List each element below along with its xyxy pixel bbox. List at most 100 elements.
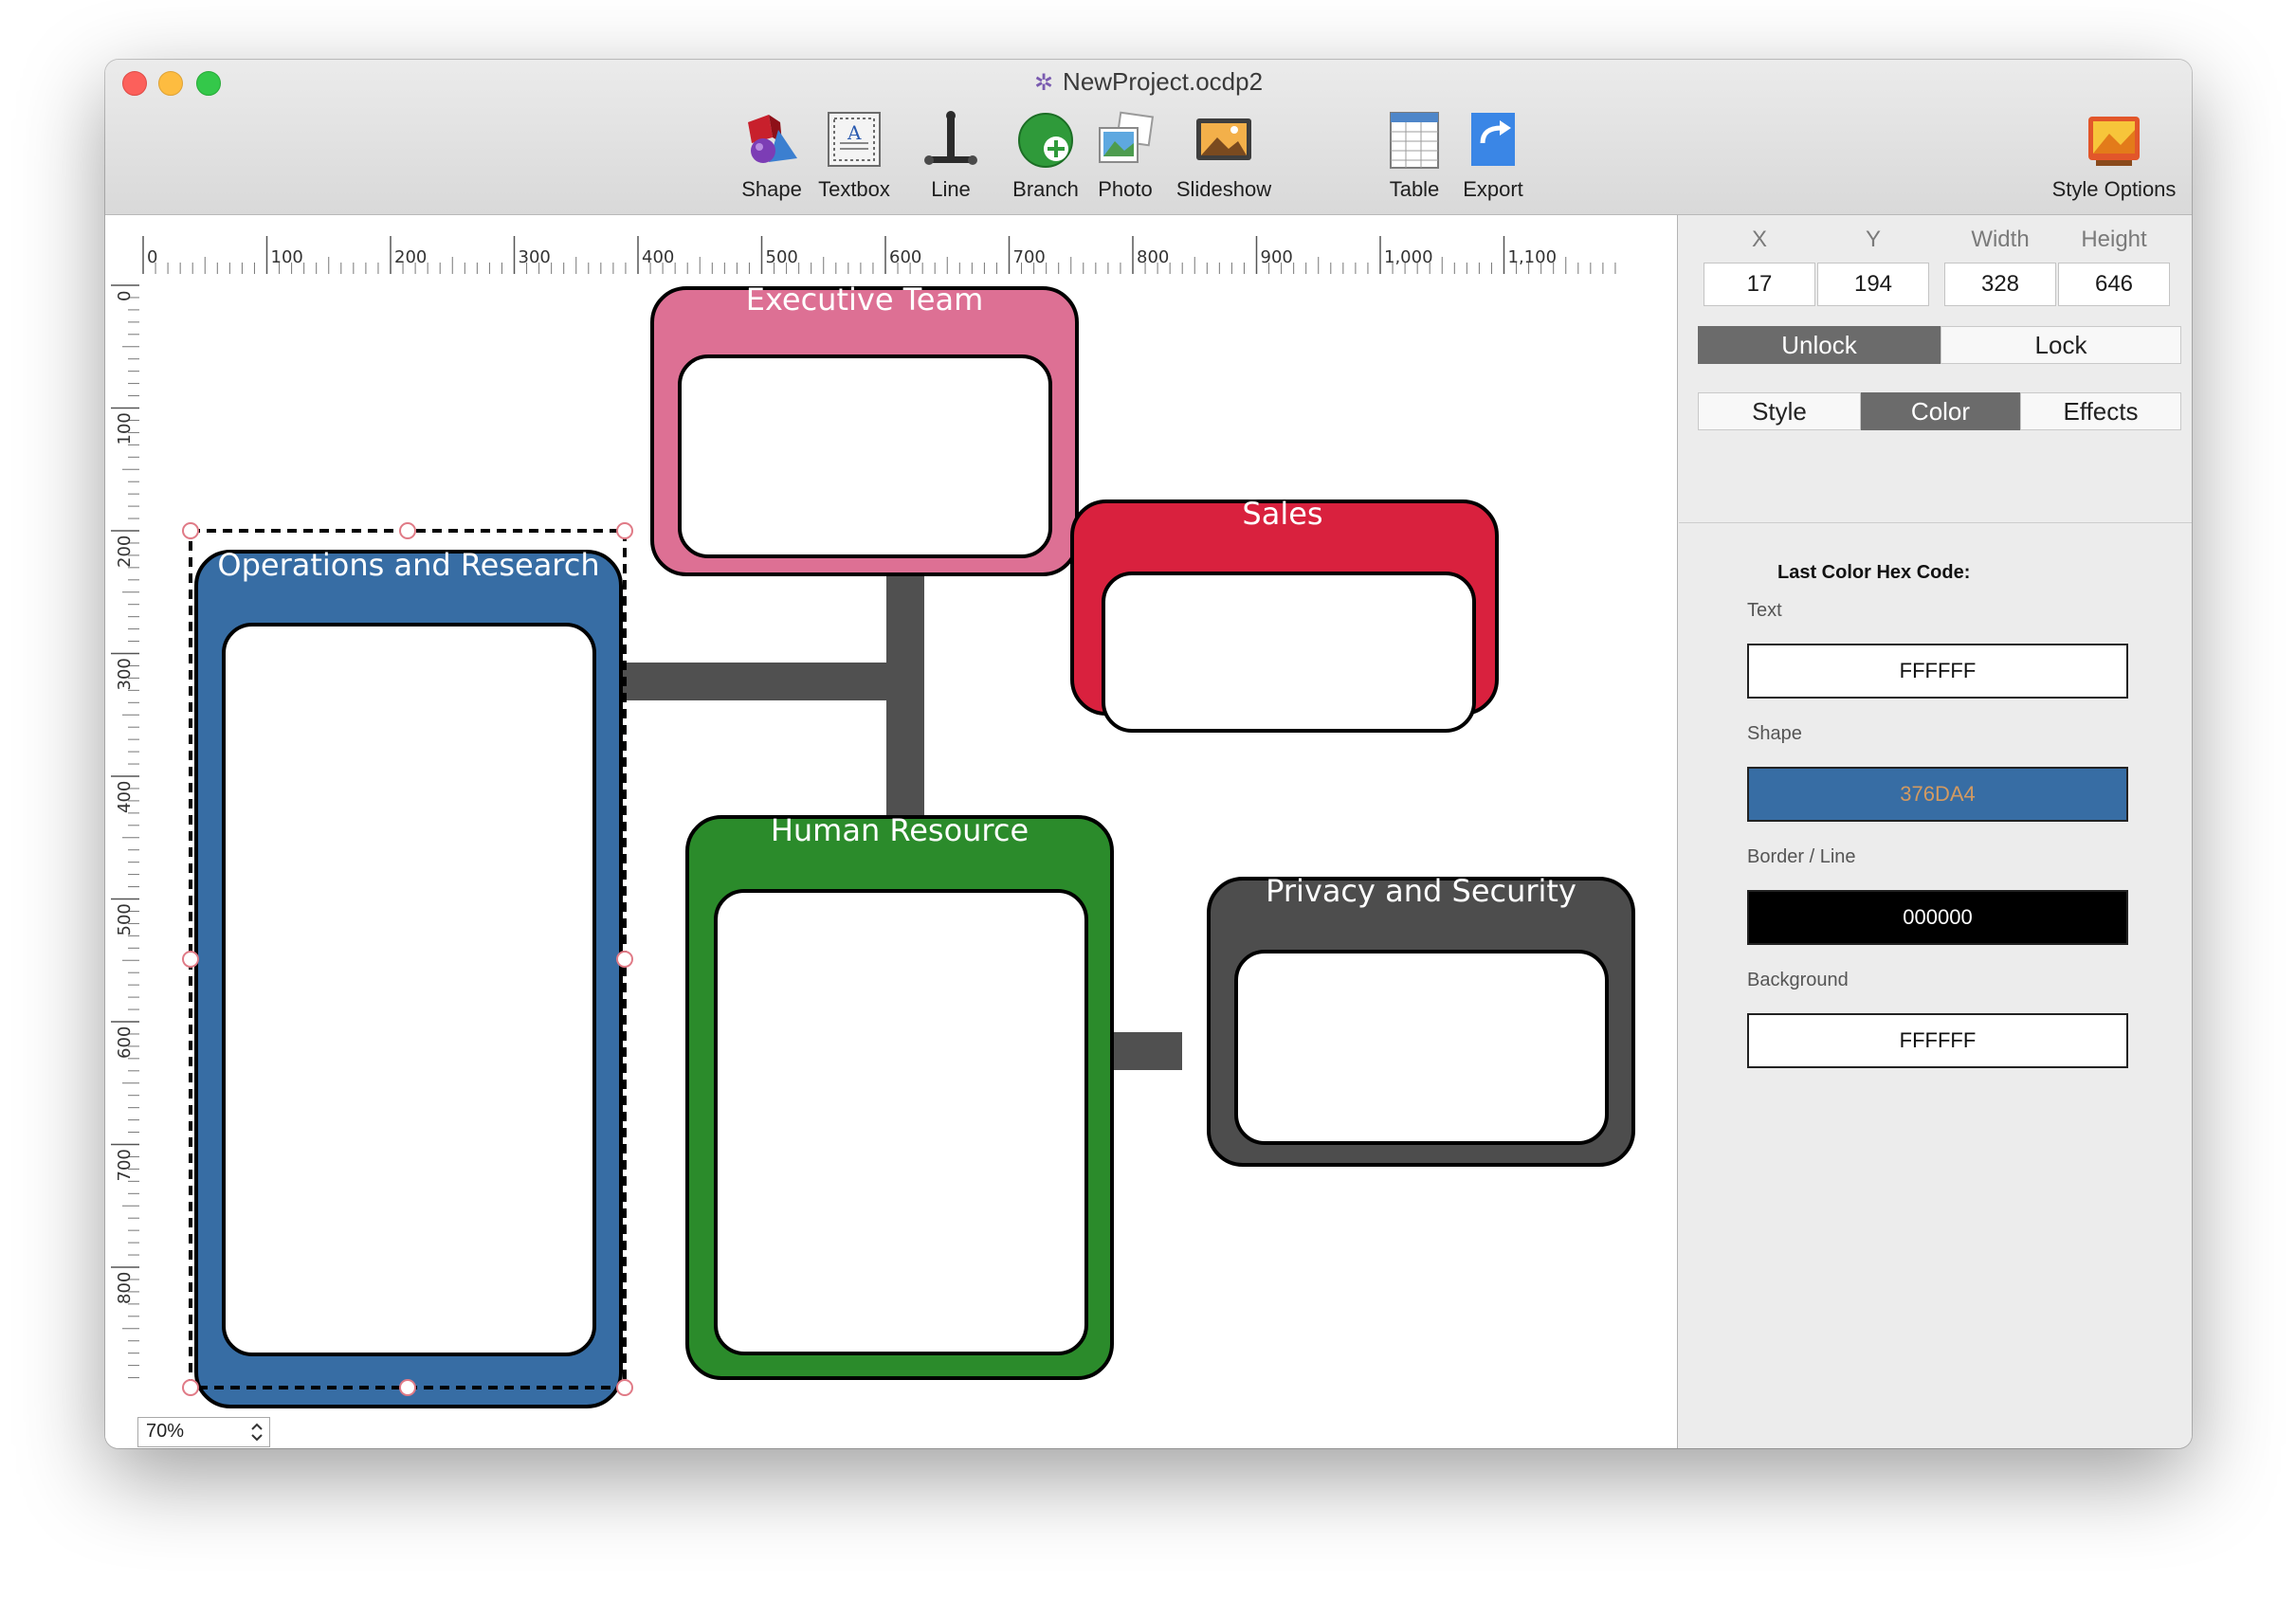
node-title: Executive Team [746, 281, 984, 318]
background-color-label: Background [1747, 970, 1849, 990]
ruler-label: 700 [1013, 247, 1046, 267]
color-panel-title: Last Color Hex Code: [1777, 562, 1971, 583]
document-icon: ✲ [1033, 70, 1054, 96]
org-node-sales[interactable]: Sales [1070, 496, 1499, 733]
slideshow-icon [1193, 109, 1255, 172]
stepper-arrows-icon[interactable] [248, 1418, 265, 1446]
tab-effects[interactable]: Effects [2020, 392, 2181, 430]
node-content-box[interactable] [1102, 572, 1476, 733]
diagram-page[interactable]: Executive Team Sales Operations and Rese… [139, 274, 1677, 1448]
ruler-label: 300 [115, 658, 135, 690]
window-title: ✲ NewProject.ocdp2 [105, 67, 2192, 97]
toolbar-branch-button[interactable]: Branch [1000, 109, 1091, 202]
lock-button[interactable]: Lock [1941, 326, 2181, 364]
toolbar-shape-button[interactable]: Shape [726, 109, 817, 202]
toolbar-slideshow-button[interactable]: Slideshow [1163, 109, 1285, 202]
horizontal-ruler: 0 100 200 300 400 500 600 700 800 900 1,000 1,100 [105, 215, 1677, 275]
shape-color-swatch[interactable]: 376DA4 [1747, 767, 2128, 822]
ruler-label: 1,100 [1508, 247, 1558, 267]
node-content-box[interactable] [714, 889, 1088, 1355]
style-options-label: Style Options [2051, 177, 2177, 201]
height-label: Height [2081, 227, 2147, 252]
toolbar-table-button[interactable]: Table [1369, 109, 1460, 202]
toolbar-photo-label: Photo [1098, 177, 1153, 201]
x-field[interactable]: 17 [1704, 263, 1815, 306]
border-color-label: Border / Line [1747, 846, 1856, 867]
ruler-label: 0 [147, 247, 157, 267]
ruler-label: 100 [271, 247, 303, 267]
toolbar-photo-button[interactable]: Photo [1080, 109, 1171, 202]
toolbar-line-button[interactable]: Line [905, 109, 996, 202]
toolbar-shape-label: Shape [741, 177, 802, 201]
export-icon [1462, 109, 1524, 172]
branch-icon [1014, 109, 1077, 172]
textbox-icon: A [823, 109, 885, 172]
panel-divider [1679, 522, 2192, 523]
canvas-area[interactable]: 0 100 200 300 400 500 600 700 800 900 1,000 1,100 0… [105, 215, 1678, 1448]
tab-color[interactable]: Color [1861, 392, 2020, 430]
shape-icon [740, 109, 803, 172]
node-title: Sales [1242, 496, 1322, 532]
toolbar-table-label: Table [1389, 177, 1440, 201]
node-content-box[interactable] [222, 623, 596, 1356]
toolbar-textbox-button[interactable]: A Textbox [809, 109, 900, 202]
titlebar: ✲ NewProject.ocdp2 Shape A Textbox Line … [105, 60, 2192, 215]
border-color-swatch[interactable]: 000000 [1747, 890, 2128, 945]
style-options-icon [2083, 109, 2145, 172]
inspector-panel: X Y Width Height 17 194 328 646 Unlock L… [1679, 215, 2192, 1448]
ruler-label: 800 [1137, 247, 1169, 267]
width-field[interactable]: 328 [1944, 263, 2056, 306]
ruler-label: 600 [889, 247, 921, 267]
toolbar-export-button[interactable]: Export [1448, 109, 1539, 202]
shape-color-label: Shape [1747, 723, 1802, 744]
org-node-executive-team[interactable]: Executive Team [650, 281, 1079, 576]
ruler-label: 100 [115, 412, 135, 445]
toolbar-textbox-label: Textbox [818, 177, 890, 201]
height-field[interactable]: 646 [2058, 263, 2170, 306]
text-color-swatch[interactable]: FFFFFF [1747, 644, 2128, 699]
table-icon [1383, 109, 1446, 172]
ruler-label: 1,000 [1384, 247, 1433, 267]
resize-handle[interactable] [616, 951, 633, 968]
vertical-ruler: 0 100 200 300 400 500 600 700 800 [105, 274, 140, 1448]
node-content-box[interactable] [678, 354, 1052, 558]
svg-text:A: A [847, 121, 862, 144]
style-options-button[interactable]: Style Options [2043, 109, 2185, 202]
ruler-label: 600 [115, 1026, 135, 1059]
ruler-label: 500 [766, 247, 798, 267]
ruler-label: 200 [394, 247, 427, 267]
photo-icon [1094, 109, 1157, 172]
app-window: ✲ NewProject.ocdp2 Shape A Textbox Line … [105, 60, 2192, 1448]
node-content-box[interactable] [1234, 950, 1609, 1145]
toolbar-branch-label: Branch [1012, 177, 1079, 201]
resize-handle[interactable] [616, 522, 633, 539]
y-field[interactable]: 194 [1817, 263, 1929, 306]
ruler-label: 200 [115, 536, 135, 568]
org-node-human-resource[interactable]: Human Resource [685, 812, 1114, 1380]
width-label: Width [1971, 227, 2030, 252]
unlock-button[interactable]: Unlock [1698, 326, 1941, 364]
resize-handle[interactable] [182, 522, 199, 539]
resize-handle[interactable] [616, 1379, 633, 1396]
node-title: Operations and Research [217, 547, 599, 583]
toolbar-slideshow-label: Slideshow [1175, 177, 1272, 201]
toolbar-line-label: Line [931, 177, 971, 201]
resize-handle[interactable] [182, 1379, 199, 1396]
node-title: Human Resource [771, 812, 1029, 848]
tab-style[interactable]: Style [1698, 392, 1861, 430]
ruler-label: 900 [1261, 247, 1293, 267]
ruler-label: 400 [115, 781, 135, 813]
node-title: Privacy and Security [1266, 873, 1576, 909]
line-icon [920, 109, 982, 172]
ruler-label: 500 [115, 903, 135, 935]
resize-handle[interactable] [399, 1379, 416, 1396]
resize-handle[interactable] [399, 522, 416, 539]
org-node-operations-and-research[interactable]: Operations and Research [194, 547, 623, 1408]
window-title-text: NewProject.ocdp2 [1063, 67, 1264, 96]
org-node-privacy-and-security[interactable]: Privacy and Security [1207, 873, 1635, 1167]
y-label: Y [1865, 227, 1881, 252]
connector-line[interactable] [610, 663, 922, 700]
background-color-swatch[interactable]: FFFFFF [1747, 1013, 2128, 1068]
resize-handle[interactable] [182, 951, 199, 968]
zoom-select[interactable]: 70% [137, 1417, 270, 1447]
